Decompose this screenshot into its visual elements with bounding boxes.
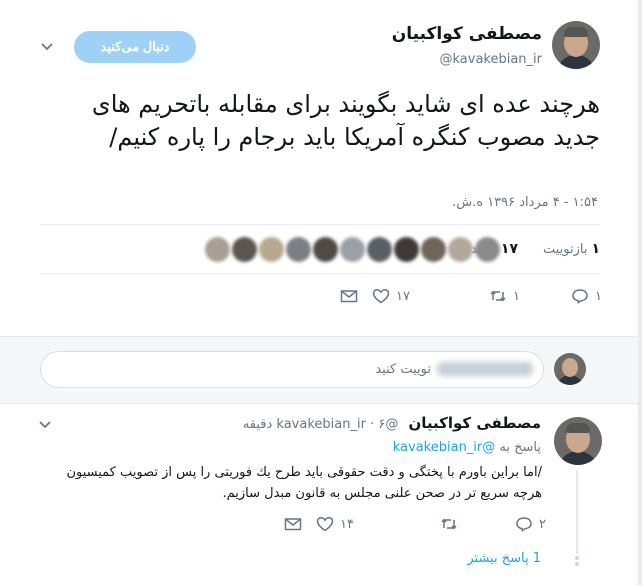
retweet-icon [490,290,506,302]
liker-avatar[interactable] [340,237,365,262]
liker-avatar[interactable] [448,237,473,262]
replying-to-handle[interactable]: @kavakebian_ir [393,440,496,455]
reply-direct-message-action[interactable] [284,516,302,532]
main-tweet: مصطفی کواکبیان @kavakebian_ir دنبال می‌ک… [0,0,638,336]
replying-to: پاسخ به @kavakebian_ir [393,440,541,455]
author-handle[interactable]: @kavakebian_ir [439,52,542,67]
replying-to-prefix: پاسخ به [499,440,541,455]
tweet-text: هرچند عده ای شاید بگویند برای مقابله بات… [91,90,600,151]
liker-avatar[interactable] [232,237,257,262]
current-user-avatar[interactable] [554,353,586,385]
reply-reply-action[interactable]: ۲ [515,516,546,532]
envelope-icon [284,518,302,531]
envelope-icon [340,290,358,303]
retweet-stat-count: ۱ [591,241,600,257]
reply-input-placeholder: توییت کنید [375,362,431,377]
tweet-card: مصطفی کواکبیان @kavakebian_ir دنبال می‌ک… [0,0,638,585]
retweet-stat-label: بازتوییت [542,242,588,257]
thread-dots [575,556,579,570]
retweet-stat[interactable]: ۱بازتوییت [543,241,600,257]
liker-avatar[interactable] [367,237,392,262]
liker-avatar[interactable] [394,237,419,262]
thread-line [576,470,578,554]
reply-actions: ۲ ۱۴ [284,516,546,536]
like-action[interactable]: ۱۷ [372,288,410,304]
reply-reply-count: ۲ [539,516,546,532]
reply-like-count: ۱۴ [340,516,354,532]
liker-avatar[interactable] [421,237,446,262]
liker-avatar[interactable] [313,237,338,262]
reply-author-name[interactable]: مصطفی کواکبیان [408,414,541,432]
chevron-down-icon[interactable] [40,42,54,52]
reply-count: ۱ [595,288,602,304]
reply-like-action[interactable]: ۱۴ [316,516,354,532]
direct-message-action[interactable] [340,288,358,304]
liker-avatar[interactable] [286,237,311,262]
retweet-icon [441,518,457,530]
heart-icon [372,289,390,304]
retweet-count: ۱ [513,288,520,304]
likers-avatars[interactable] [198,237,500,263]
show-more-replies-link[interactable]: 1 پاسخ بیشتر [467,551,541,566]
reply-input[interactable]: توییت کنید [40,351,544,388]
reply-header: مصطفی کواکبیان @kavakebian_ir · ۶ دقیقه [242,414,541,432]
like-count: ۱۷ [396,288,410,304]
reply-text: /اما براین باورم با پختگی و دقت حقوقی با… [66,465,542,501]
reply-retweet-action[interactable] [440,516,464,532]
reply-icon [572,289,588,304]
retweet-action[interactable]: ۱ [489,288,520,304]
liker-avatar[interactable] [259,237,284,262]
following-button[interactable]: دنبال می‌کنید [74,31,196,63]
author-name[interactable]: مصطفی کواکبیان [392,24,542,44]
like-stat-count: ۱۷ [500,241,518,257]
tweet-stats: ۱بازتوییت ۱۷پسند [40,224,600,274]
liker-avatar[interactable] [475,237,500,262]
author-avatar[interactable] [552,21,600,69]
reply-action[interactable]: ۱ [571,288,602,304]
reply-input-blurred-text [437,362,533,376]
reply-chevron-down-icon[interactable] [38,420,52,430]
heart-icon [316,517,334,532]
tweet-timestamp[interactable]: ۱:۵۴ - ۴ مرداد ۱۳۹۶ ه.ش. [452,195,598,210]
liker-avatar[interactable] [205,237,230,262]
reply-icon [516,517,532,532]
tweet-actions: ۱ ۱ ۱۷ [340,288,602,308]
reply-author-avatar[interactable] [554,417,602,465]
